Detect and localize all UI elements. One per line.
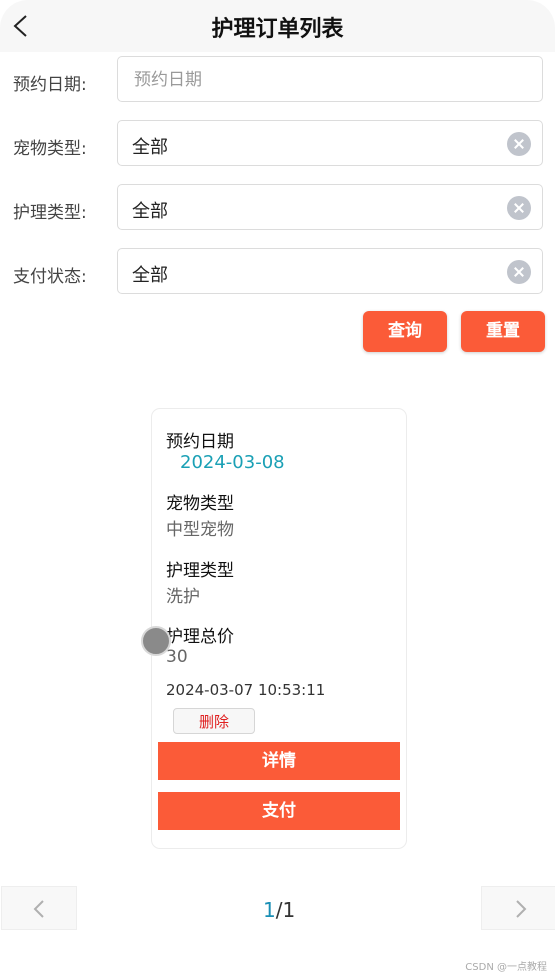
detail-button[interactable]: 详情 bbox=[158, 742, 400, 780]
date-filter-input[interactable] bbox=[132, 67, 496, 93]
total-price-label: 护理总价 bbox=[166, 627, 234, 647]
filter-row-care-type: 护理类型: 全部 bbox=[0, 184, 555, 234]
prev-page-button[interactable] bbox=[1, 886, 77, 930]
care-type-filter-label: 护理类型: bbox=[13, 203, 87, 223]
pet-type-filter-label: 宠物类型: bbox=[13, 139, 87, 159]
date-value: 2024-03-08 bbox=[180, 452, 285, 473]
next-page-button[interactable] bbox=[481, 886, 555, 930]
care-type-select[interactable]: 全部 bbox=[117, 184, 543, 230]
order-timestamp: 2024-03-07 10:53:11 bbox=[166, 681, 326, 699]
date-filter-label: 预约日期: bbox=[13, 75, 87, 95]
pay-button[interactable]: 支付 bbox=[158, 792, 400, 830]
filter-row-pet-type: 宠物类型: 全部 bbox=[0, 120, 555, 170]
pay-status-select[interactable]: 全部 bbox=[117, 248, 543, 294]
total-pages: /1 bbox=[275, 898, 296, 922]
pay-status-filter-label: 支付状态: bbox=[13, 267, 87, 287]
filter-row-date: 预约日期: bbox=[0, 56, 555, 106]
care-type-selected-value: 全部 bbox=[132, 201, 168, 222]
care-type-label: 护理类型 bbox=[166, 561, 234, 581]
pet-type-value: 中型宠物 bbox=[166, 520, 234, 540]
watermark: CSDN @一点教程 bbox=[465, 962, 547, 973]
floating-drag-handle[interactable] bbox=[141, 626, 171, 656]
chevron-right-icon bbox=[516, 900, 527, 918]
chevron-left-icon bbox=[33, 900, 44, 918]
clear-icon[interactable] bbox=[507, 132, 531, 156]
total-price-value: 30 bbox=[166, 647, 188, 667]
header-bar: 护理订单列表 bbox=[0, 0, 555, 52]
query-button[interactable]: 查询 bbox=[363, 311, 447, 352]
care-type-value: 洗护 bbox=[166, 587, 200, 607]
pet-type-selected-value: 全部 bbox=[132, 137, 168, 158]
pet-type-select[interactable]: 全部 bbox=[117, 120, 543, 166]
date-filter-field[interactable] bbox=[117, 56, 543, 102]
pay-status-selected-value: 全部 bbox=[132, 265, 168, 286]
pet-type-label: 宠物类型 bbox=[166, 494, 234, 514]
clear-icon[interactable] bbox=[507, 196, 531, 220]
clear-icon[interactable] bbox=[507, 260, 531, 284]
delete-button[interactable]: 删除 bbox=[173, 708, 255, 734]
page-indicator: 1/1 bbox=[263, 898, 295, 922]
date-label: 预约日期 bbox=[166, 432, 234, 452]
filter-row-pay-status: 支付状态: 全部 bbox=[0, 248, 555, 298]
current-page: 1 bbox=[263, 898, 276, 922]
order-card: 预约日期 2024-03-08 宠物类型 中型宠物 护理类型 洗护 护理总价 3… bbox=[151, 408, 407, 849]
reset-button[interactable]: 重置 bbox=[461, 311, 545, 352]
page-title: 护理订单列表 bbox=[211, 17, 344, 42]
